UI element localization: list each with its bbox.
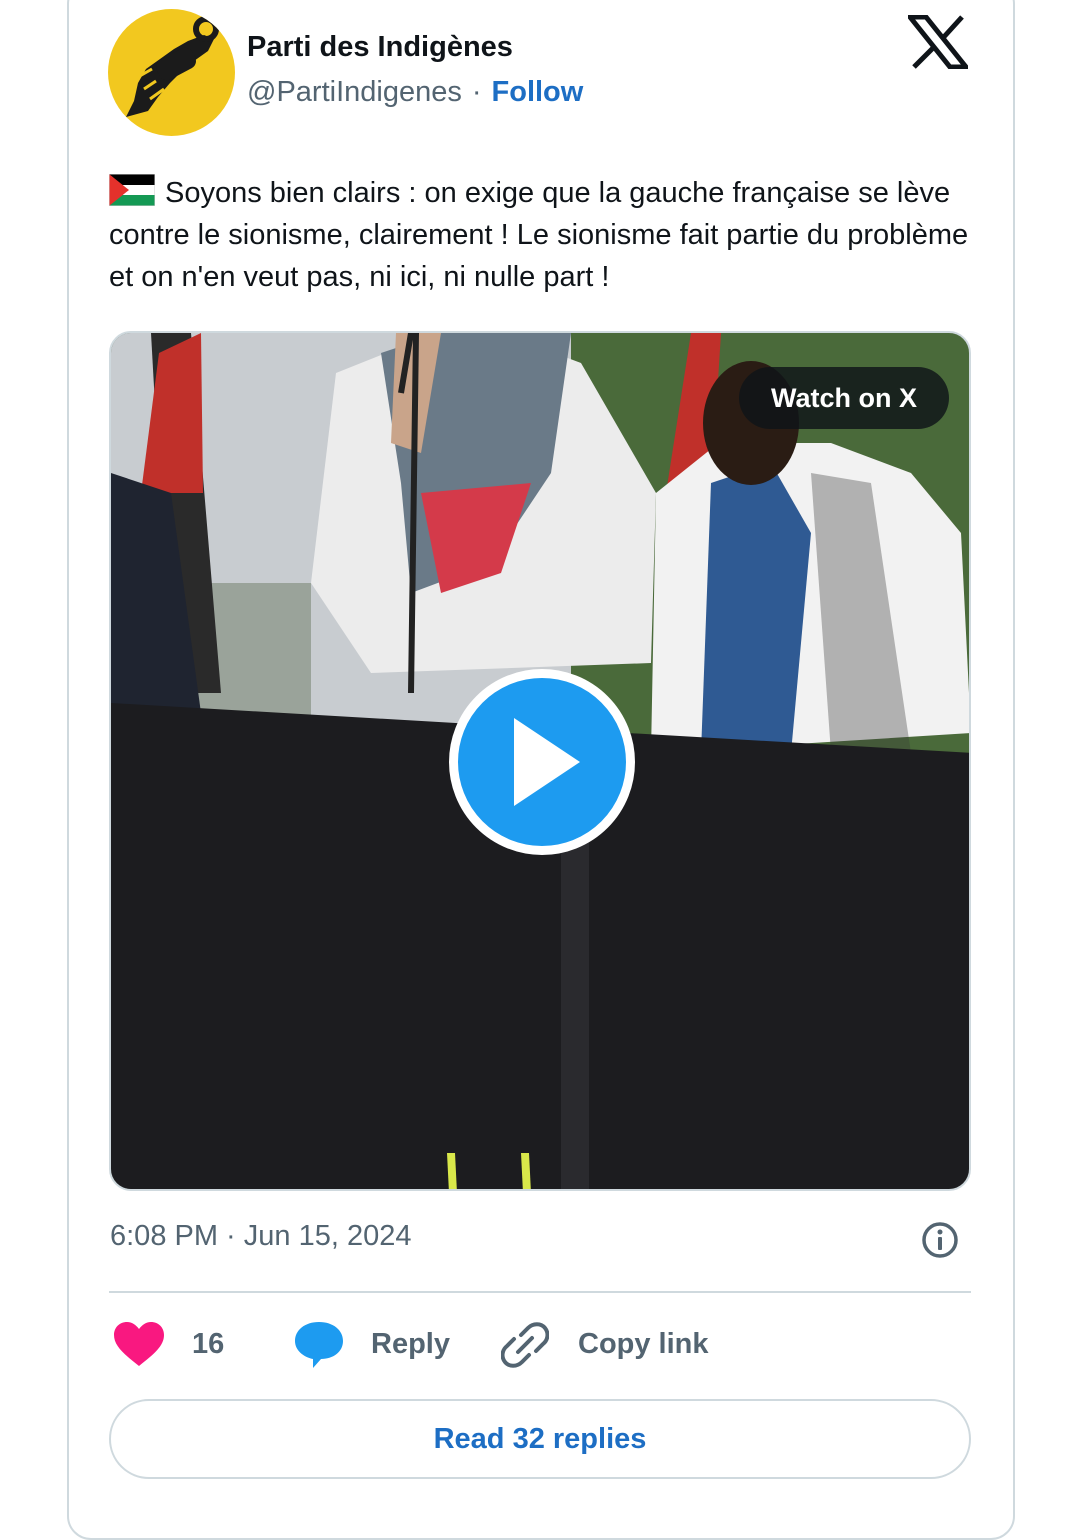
author-name[interactable]: Parti des Indigènes [247, 31, 513, 64]
tweet-timestamp[interactable]: 6:08 PM · Jun 15, 2024 [110, 1220, 411, 1253]
video-player[interactable]: Watch on X [109, 331, 971, 1191]
copy-link-button[interactable]: Copy link [501, 1318, 711, 1370]
like-count: 16 [192, 1328, 225, 1360]
tweet-text-block: Soyons bien clairs : on exige que la gau… [109, 172, 979, 298]
copy-link-label: Copy link [578, 1328, 709, 1360]
reply-button[interactable]: Reply [293, 1318, 453, 1370]
like-button[interactable]: 16 [114, 1318, 254, 1370]
author-handle[interactable]: @PartiIndigenes [247, 76, 462, 108]
follow-button[interactable]: Follow [492, 76, 584, 108]
fist-chain-logo [126, 16, 219, 117]
avatar[interactable] [108, 9, 235, 136]
heart-icon [114, 1322, 164, 1366]
play-icon [514, 718, 580, 806]
watch-on-x-button[interactable]: Watch on X [739, 367, 949, 429]
link-icon [501, 1322, 549, 1368]
tweet-text: Soyons bien clairs : on exige que la gau… [109, 177, 969, 293]
separator-dot: · [471, 76, 482, 108]
reply-label: Reply [371, 1328, 450, 1360]
play-button[interactable] [449, 669, 635, 855]
handle-row: @PartiIndigenes · Follow [247, 76, 583, 109]
divider [109, 1291, 971, 1293]
reply-bubble-icon [295, 1322, 343, 1368]
x-logo-icon[interactable] [908, 15, 968, 69]
palestine-flag-icon [109, 174, 155, 206]
info-icon[interactable] [920, 1220, 960, 1260]
read-replies-button[interactable]: Read 32 replies [109, 1399, 971, 1479]
